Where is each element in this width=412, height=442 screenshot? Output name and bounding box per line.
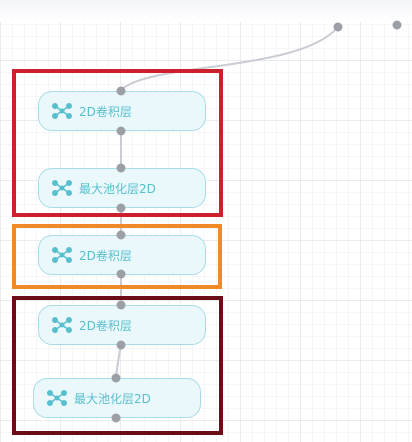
output-port[interactable] (116, 340, 126, 350)
output-port[interactable] (111, 413, 121, 423)
input-port[interactable] (116, 86, 126, 96)
input-port[interactable] (116, 300, 126, 310)
output-port[interactable] (116, 269, 126, 279)
output-port[interactable] (116, 203, 126, 213)
port-top-1[interactable] (333, 22, 343, 32)
layer-node-label: 2D卷积层 (79, 104, 132, 119)
network-icon (51, 102, 73, 120)
network-icon (51, 246, 73, 264)
input-port[interactable] (116, 163, 126, 173)
layer-node-maxpool2d-1[interactable]: 最大池化层2D (38, 168, 206, 208)
layer-node-label: 最大池化层2D (79, 181, 156, 196)
network-icon (51, 179, 73, 197)
layer-node-label: 2D卷积层 (79, 248, 132, 263)
layer-node-label: 最大池化层2D (74, 391, 151, 406)
layer-node-label: 2D卷积层 (79, 318, 132, 333)
input-port[interactable] (116, 230, 126, 240)
layer-node-conv2d-3[interactable]: 2D卷积层 (38, 305, 206, 345)
port-top-2[interactable] (392, 20, 402, 30)
layer-node-maxpool2d-2[interactable]: 最大池化层2D (33, 378, 201, 418)
input-port[interactable] (111, 373, 121, 383)
network-icon (46, 389, 68, 407)
layer-node-conv2d-1[interactable]: 2D卷积层 (38, 91, 206, 131)
output-port[interactable] (116, 126, 126, 136)
network-icon (51, 316, 73, 334)
